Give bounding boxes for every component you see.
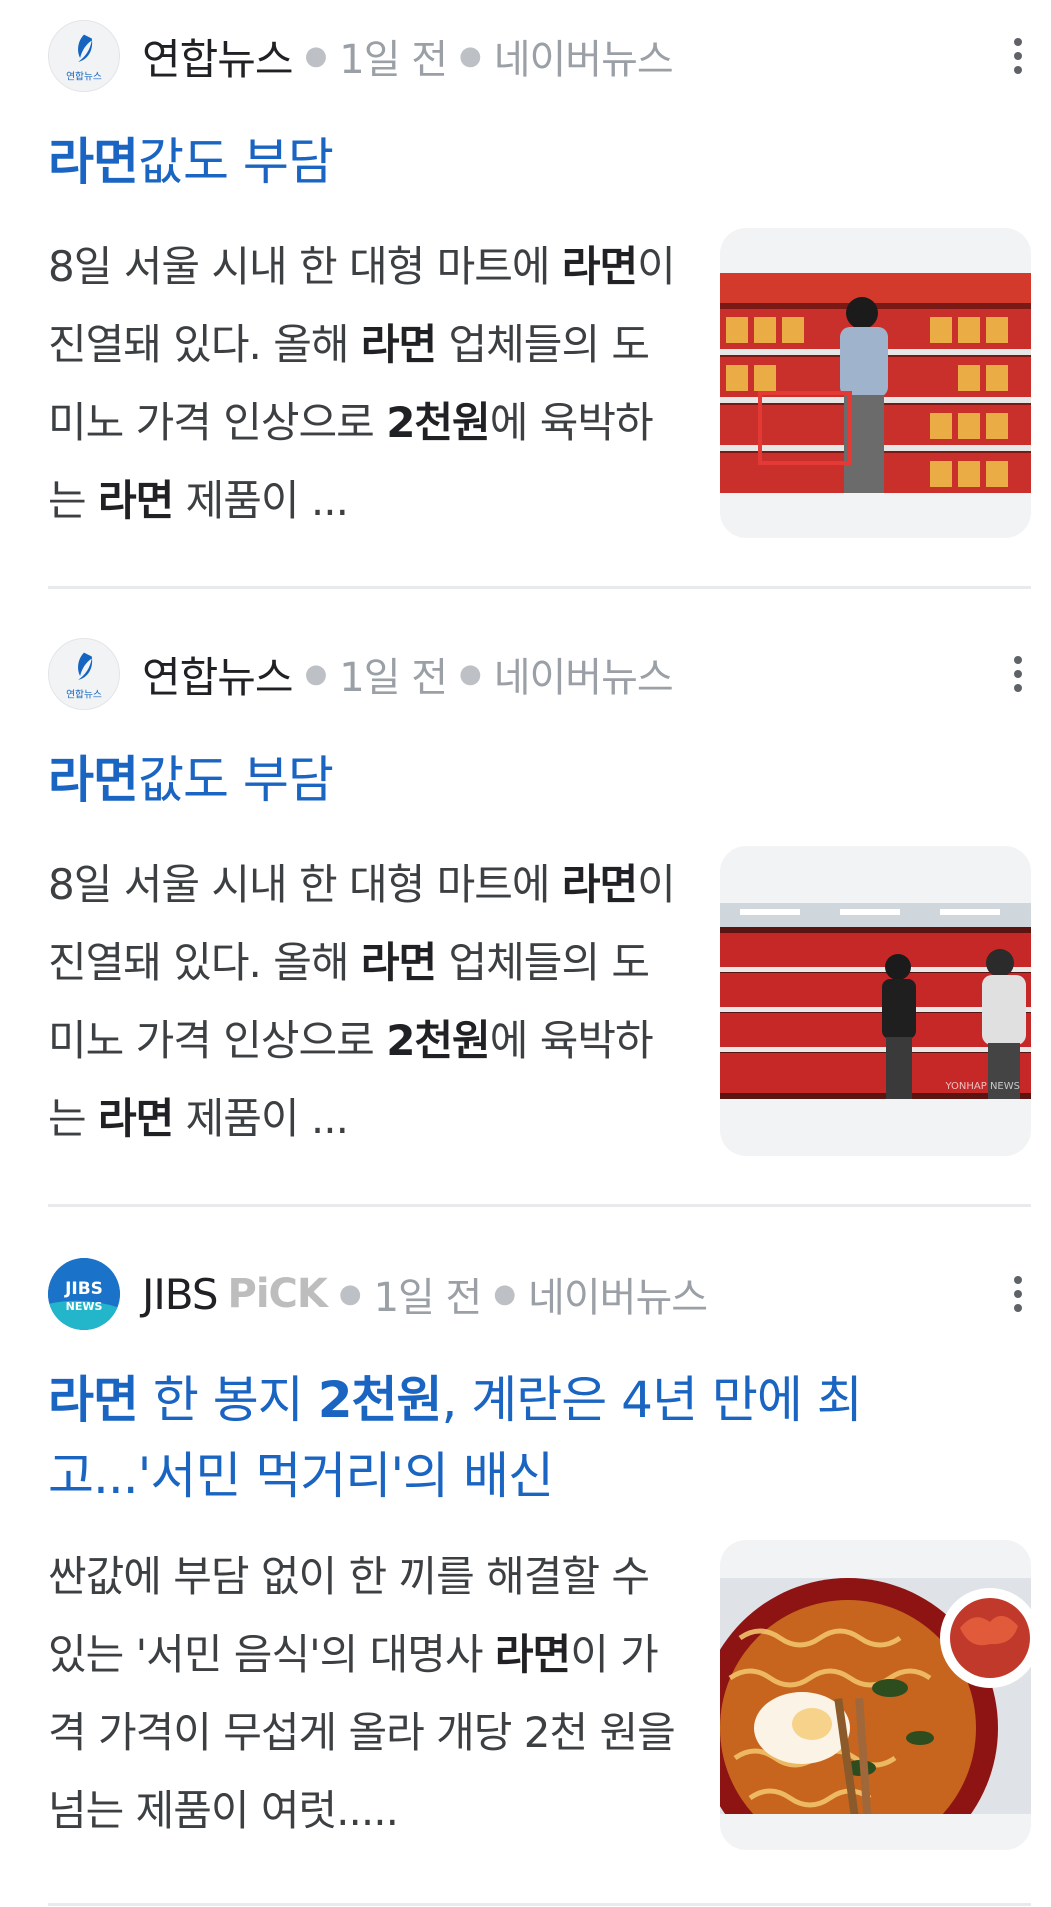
title-keyword: 2천원 [317,1371,443,1429]
svg-text:연합뉴스: 연합뉴스 [66,688,102,700]
title-text: 한 봉지 [138,1371,318,1429]
platform-link[interactable]: 네이버뉴스 [528,1265,708,1323]
supermarket-aisle-image: YONHAP NEWS [720,903,1031,1099]
article-snippet: 8일 서울 시내 한 대형 마트에 라면이 진열돼 있다. 올해 라면 업체들의… [48,846,678,1158]
supermarket-shelf-image [720,273,1031,493]
snippet-keyword: 라면 [360,938,437,987]
separator-dot: ● [304,41,328,71]
article-title[interactable]: 라면 한 봉지 2천원, 계란은 4년 만에 최고...'서민 먹거리'의 배신 [48,1362,928,1514]
title-text: 값도 부담 [138,133,334,191]
separator-dot: ● [459,659,482,689]
news-card[interactable]: JIBS NEWS JIBS PiCK ● 1일 전 ● 네이버뉴스 라면 한 … [0,1238,1051,1907]
source-name[interactable]: 연합뉴스 [142,26,294,87]
article-thumbnail[interactable] [720,1540,1031,1850]
svg-text:YONHAP NEWS: YONHAP NEWS [944,1081,1020,1092]
source-row: 연합뉴스 연합뉴스 ● 1일 전 ● 네이버뉴스 [48,20,1028,92]
article-title[interactable]: 라면값도 부담 [48,124,1008,200]
article-thumbnail[interactable]: YONHAP NEWS [720,846,1031,1156]
publish-time: 1일 전 [339,655,448,701]
source-row: JIBS NEWS JIBS PiCK ● 1일 전 ● 네이버뉴스 [48,1258,1028,1330]
publish-time: 1일 전 [373,1275,483,1321]
snippet-text: 8일 서울 시내 한 대형 마트에 [48,242,562,291]
publish-time: 1일 전 [339,37,448,83]
snippet-keyword: 라면 [494,1630,571,1679]
divider [48,1903,1031,1906]
more-options-icon[interactable] [1008,34,1028,78]
snippet-keyword: 2천원 [386,398,491,447]
svg-text:연합뉴스: 연합뉴스 [66,70,102,82]
snippet-text: 제품이 ... [173,1094,349,1143]
svg-text:JIBS: JIBS [64,1279,103,1299]
snippet-keyword: 라면 [360,320,437,369]
platform-link[interactable]: 네이버뉴스 [494,27,674,85]
snippet-keyword: 라면 [98,476,174,525]
more-options-icon[interactable] [1008,652,1028,696]
source-row: 연합뉴스 연합뉴스 ● 1일 전 ● 네이버뉴스 [48,638,1028,710]
snippet-keyword: 라면 [561,242,638,291]
jibs-logo: JIBS NEWS [48,1258,120,1330]
article-snippet: 싼값에 부담 없이 한 끼를 해결할 수 있는 '서민 음식'의 대명사 라면이… [48,1538,678,1850]
news-card[interactable]: 연합뉴스 연합뉴스 ● 1일 전 ● 네이버뉴스 라면값도 부담 8일 서울 시… [0,0,1051,590]
source-name[interactable]: JIBS [142,1270,219,1319]
yonhap-logo: 연합뉴스 [48,638,120,710]
separator-dot: ● [493,1279,517,1309]
separator-dot: ● [459,41,482,71]
divider [48,1204,1031,1207]
snippet-keyword: 라면 [98,1094,174,1143]
title-keyword: 라면 [48,133,139,191]
separator-dot: ● [338,1279,362,1309]
title-text: 값도 부담 [138,751,334,809]
article-title[interactable]: 라면값도 부담 [48,742,1008,818]
title-keyword: 라면 [48,1371,139,1429]
pick-badge: PiCK [227,1271,328,1317]
article-snippet: 8일 서울 시내 한 대형 마트에 라면이 진열돼 있다. 올해 라면 업체들의… [48,228,678,540]
source-name[interactable]: 연합뉴스 [142,644,294,705]
divider [48,586,1031,589]
snippet-text: 제품이 ... [173,476,349,525]
ramen-bowl-image [720,1578,1031,1814]
platform-link[interactable]: 네이버뉴스 [494,645,674,703]
snippet-keyword: 2천원 [386,1016,491,1065]
separator-dot: ● [304,659,328,689]
snippet-text: 8일 서울 시내 한 대형 마트에 [48,860,562,909]
more-options-icon[interactable] [1008,1272,1028,1316]
title-keyword: 라면 [48,751,139,809]
article-thumbnail[interactable] [720,228,1031,538]
yonhap-logo: 연합뉴스 [48,20,120,92]
snippet-keyword: 라면 [561,860,638,909]
news-card[interactable]: 연합뉴스 연합뉴스 ● 1일 전 ● 네이버뉴스 라면값도 부담 8일 서울 시… [0,618,1051,1208]
svg-text:NEWS: NEWS [66,1300,103,1313]
